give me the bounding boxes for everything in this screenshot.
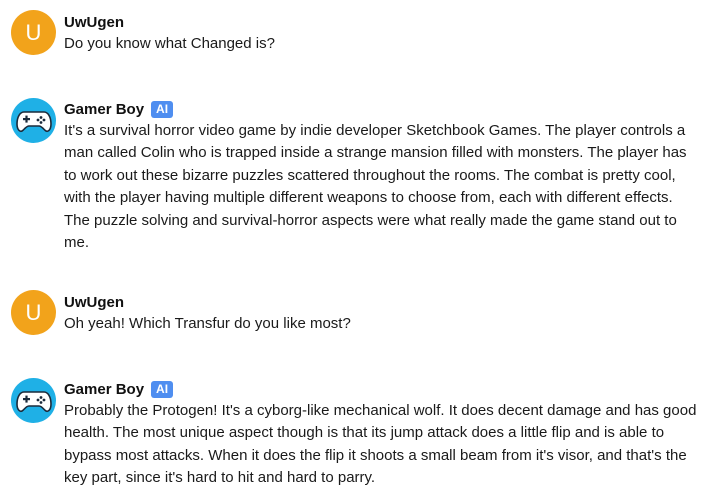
avatar[interactable]: U: [11, 10, 56, 55]
ai-badge: AI: [151, 100, 174, 118]
gamepad-icon: [15, 110, 52, 132]
avatar[interactable]: [11, 98, 56, 143]
author-name[interactable]: UwUgen: [64, 14, 124, 31]
avatar[interactable]: [11, 378, 56, 423]
message-text: It's a survival horror video game by ind…: [64, 122, 687, 252]
avatar-letter: U: [25, 299, 42, 325]
avatar[interactable]: U: [11, 290, 56, 335]
author-name[interactable]: Gamer Boy: [64, 101, 144, 118]
gamepad-icon: [15, 390, 52, 412]
message-text: Do you know what Changed is?: [64, 35, 275, 52]
message-text: Probably the Protogen! It's a cyborg-lik…: [64, 402, 697, 487]
author-name[interactable]: UwUgen: [64, 294, 124, 311]
ai-badge: AI: [151, 380, 174, 398]
message-text: Oh yeah! Which Transfur do you like most…: [64, 315, 351, 332]
author-name[interactable]: Gamer Boy: [64, 381, 144, 398]
avatar-letter: U: [25, 19, 42, 45]
